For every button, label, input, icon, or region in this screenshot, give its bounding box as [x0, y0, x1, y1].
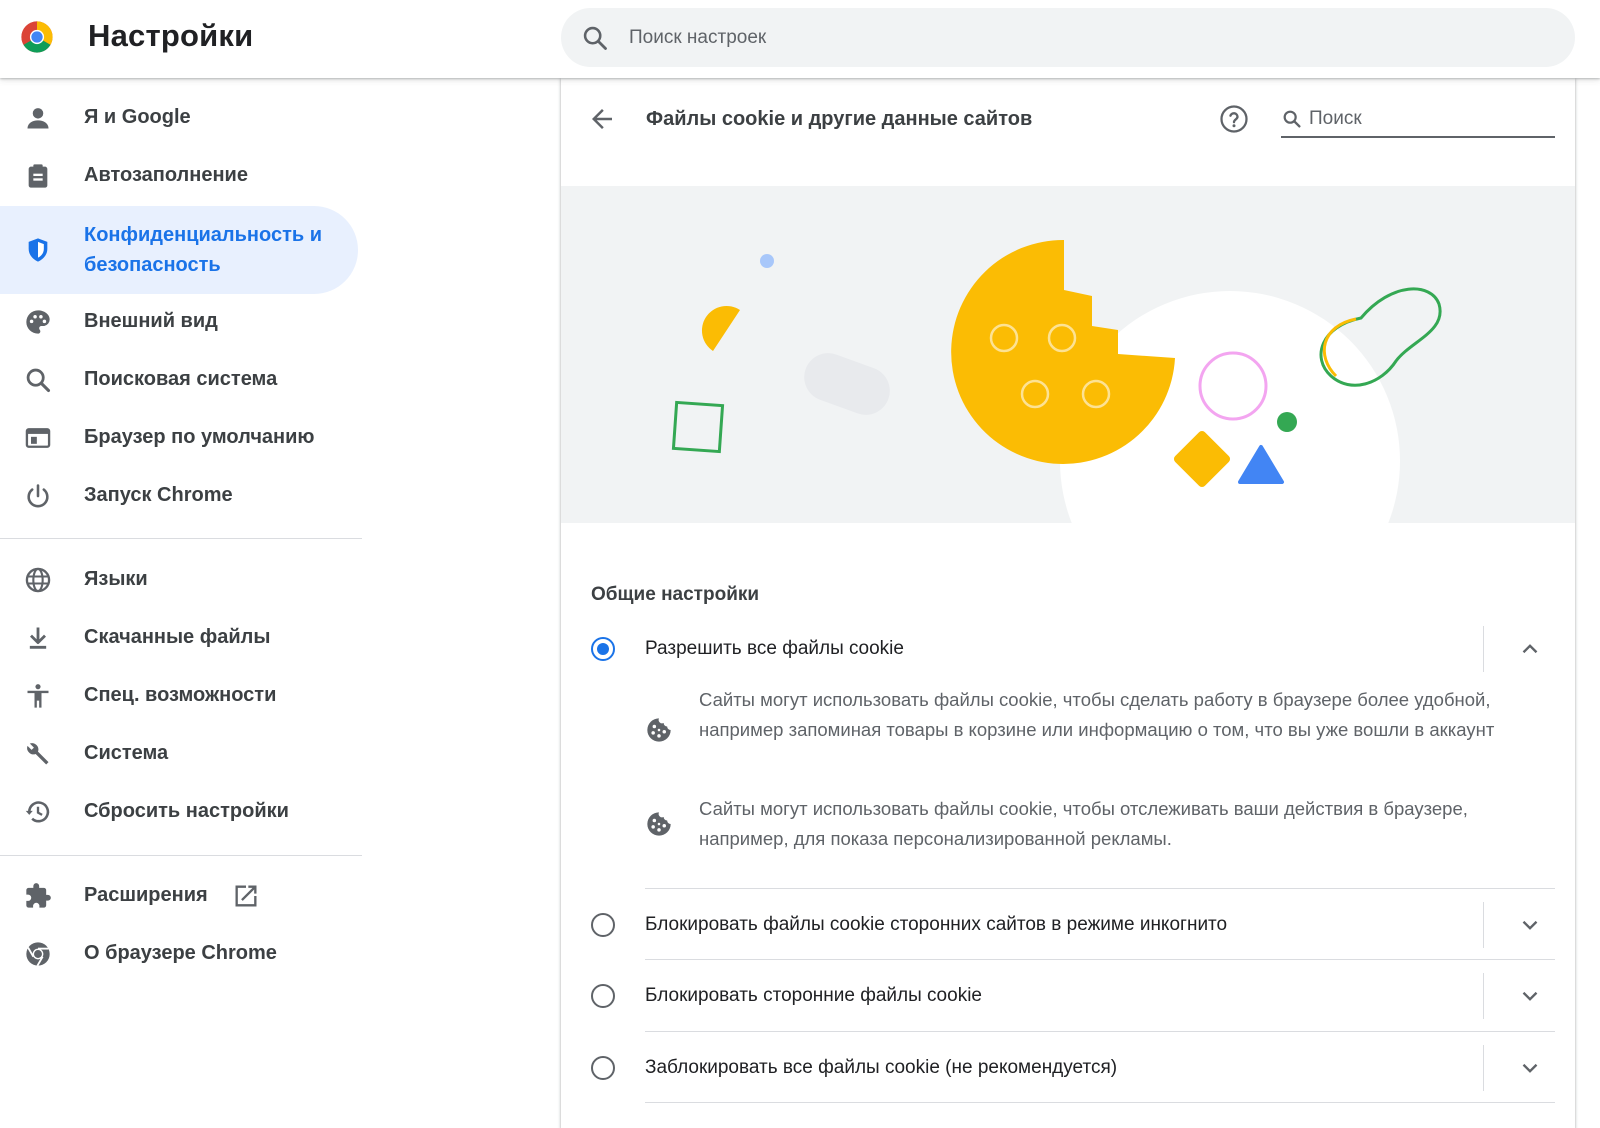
palette-icon — [26, 310, 50, 334]
cookies-search-box[interactable] — [1281, 102, 1555, 138]
sidebar-item-label: О браузере Chrome — [84, 942, 277, 964]
row-divider — [645, 888, 1555, 889]
row-separator — [1483, 902, 1484, 948]
wrench-icon — [27, 743, 49, 765]
cookie-icon — [647, 718, 671, 742]
cookie-illustration — [561, 186, 1575, 523]
section-title: Общие настройки — [591, 584, 760, 605]
sidebar-item-label: Браузер по умолчанию — [84, 426, 315, 448]
chevron-down-icon[interactable] — [1517, 1055, 1543, 1081]
shield-icon — [28, 238, 48, 262]
sidebar-item-label: Я и Google — [84, 106, 191, 128]
option-label: Блокировать сторонние файлы cookie — [645, 985, 982, 1006]
search-icon — [1283, 110, 1301, 128]
radio-button[interactable] — [591, 1056, 615, 1080]
chevron-down-icon[interactable] — [1517, 912, 1543, 938]
sidebar-item-extensions[interactable]: Расширения — [0, 868, 358, 924]
radio-button-selected[interactable] — [591, 637, 615, 661]
sidebar-item-you-and-google[interactable]: Я и Google — [0, 90, 358, 146]
clipboard-icon — [28, 164, 48, 188]
sidebar-item-label: Поисковая система — [84, 368, 278, 390]
sidebar-item-label: Сбросить настройки — [84, 800, 289, 822]
sidebar-item-label: Автозаполнение — [84, 164, 248, 186]
option-label: Блокировать файлы cookie сторонних сайто… — [645, 914, 1228, 935]
sidebar-item-about-chrome[interactable]: О браузере Chrome — [0, 926, 358, 982]
puzzle-icon — [26, 883, 51, 908]
row-separator — [1483, 1045, 1484, 1091]
chevron-down-icon[interactable] — [1517, 983, 1543, 1009]
sidebar-item-label: Система — [84, 742, 169, 764]
sidebar-item-label: Скачанные файлы — [84, 626, 271, 648]
browser-window-icon — [25, 428, 51, 448]
sidebar-item-label: Внешний вид — [84, 310, 218, 332]
search-icon — [583, 26, 607, 50]
sidebar-item-label: Спец. возможности — [84, 684, 277, 706]
sidebar-divider — [0, 538, 362, 539]
sidebar-item-autofill[interactable]: Автозаполнение — [0, 148, 358, 204]
sidebar: Я и Google Автозаполнение Конфиденциальн… — [0, 78, 362, 1128]
row-separator — [1483, 626, 1484, 672]
accessibility-icon — [27, 684, 49, 708]
chrome-icon — [26, 942, 50, 967]
row-divider — [645, 1102, 1555, 1103]
sidebar-item-label: Расширения — [84, 884, 208, 906]
cookies-settings-card: Файлы cookie и другие данные сайтов Поис… — [561, 78, 1575, 1128]
option-label: Разрешить все файлы cookie — [645, 638, 904, 659]
globe-icon — [25, 567, 51, 593]
cookie-option-block-third-party-incognito[interactable]: Блокировать файлы cookie сторонних сайто… — [561, 894, 1575, 956]
sidebar-item-search-engine[interactable]: Поисковая система — [0, 352, 358, 408]
top-bar: Настройки — [0, 0, 1600, 78]
open-in-new-icon — [235, 885, 257, 907]
download-icon — [29, 627, 47, 649]
option-label: Заблокировать все файлы cookie (не реком… — [645, 1057, 1118, 1078]
settings-search-box[interactable] — [561, 8, 1575, 67]
cookie-option-allow-all[interactable]: Разрешить все файлы cookie — [561, 618, 1575, 680]
cookie-illustration-graphic — [671, 239, 1442, 523]
sidebar-item-label: Запуск Chrome — [84, 484, 233, 506]
sidebar-item-on-startup[interactable]: Запуск Chrome — [0, 468, 358, 524]
cookie-icon — [647, 812, 671, 836]
radio-button[interactable] — [591, 984, 615, 1008]
sidebar-divider — [0, 855, 362, 856]
sidebar-item-default-browser[interactable]: Браузер по умолчанию — [0, 410, 358, 466]
sidebar-item-accessibility[interactable]: Спец. возможности — [0, 668, 358, 724]
sidebar-item-languages[interactable]: Языки — [0, 552, 358, 608]
person-icon — [27, 108, 49, 129]
option-description: Сайты могут использовать файлы cookie, ч… — [699, 798, 1468, 849]
row-separator — [1483, 973, 1484, 1019]
sidebar-item-reset-settings[interactable]: Сбросить настройки — [0, 784, 358, 840]
radio-button[interactable] — [591, 913, 615, 937]
row-divider — [645, 1031, 1555, 1032]
page-title: Файлы cookie и другие данные сайтов — [646, 108, 1033, 130]
app-title: Настройки — [88, 18, 254, 53]
settings-search-input[interactable] — [629, 20, 1529, 56]
sidebar-item-label: Конфиденциальность и безопасность — [84, 224, 323, 276]
option-description: Сайты могут использовать файлы cookie, ч… — [699, 689, 1495, 740]
cookie-option-block-third-party[interactable]: Блокировать сторонние файлы cookie — [561, 965, 1575, 1027]
help-icon[interactable] — [1219, 104, 1249, 134]
back-arrow-icon[interactable] — [587, 104, 617, 134]
restore-icon — [25, 801, 50, 823]
sidebar-item-appearance[interactable]: Внешний вид — [0, 294, 358, 350]
cookie-option-block-all[interactable]: Заблокировать все файлы cookie (не реком… — [561, 1037, 1575, 1099]
sidebar-item-privacy-security[interactable]: Конфиденциальность и безопасность — [0, 206, 358, 294]
power-icon — [27, 484, 49, 508]
sidebar-item-system[interactable]: Система — [0, 726, 358, 782]
row-divider — [645, 959, 1555, 960]
sidebar-item-label: Языки — [84, 568, 148, 590]
chevron-up-icon[interactable] — [1517, 636, 1543, 662]
search-icon — [26, 368, 51, 393]
chrome-logo-icon — [21, 21, 53, 53]
cookies-search-input[interactable] — [1309, 104, 1549, 134]
sidebar-item-downloads[interactable]: Скачанные файлы — [0, 610, 358, 666]
